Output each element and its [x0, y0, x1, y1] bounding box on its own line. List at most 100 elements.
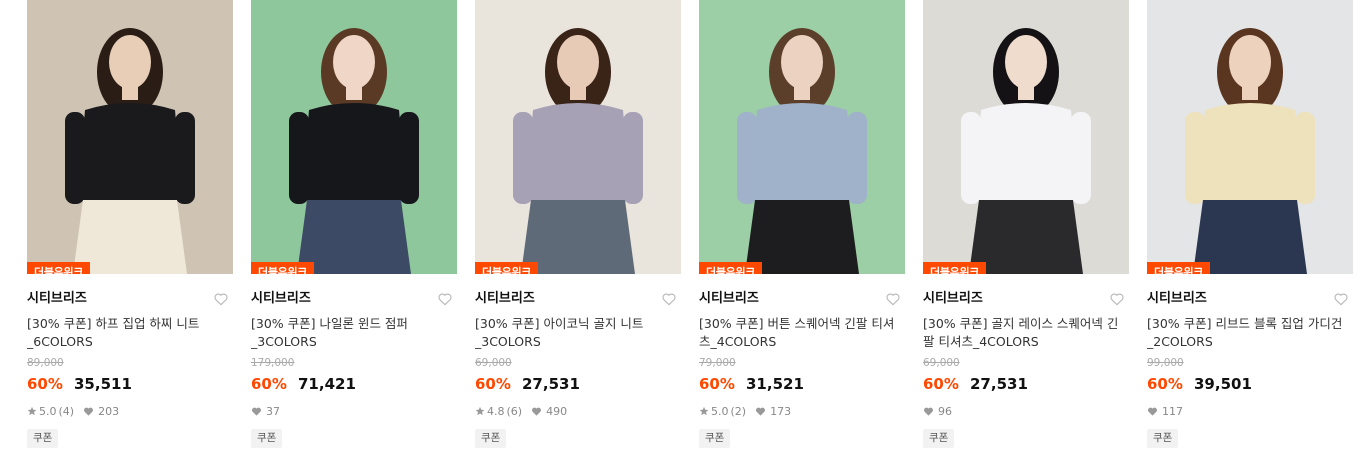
rating: 5.0 (2)	[699, 405, 746, 418]
promo-badge: 더블유위크	[251, 262, 315, 274]
discount-rate: 60%	[251, 375, 287, 393]
sale-price: 27,531	[970, 375, 1028, 393]
promo-badge: 더블유위크	[699, 262, 763, 274]
discount-rate: 60%	[699, 375, 735, 393]
brand-name[interactable]: 시티브리즈	[923, 290, 1129, 308]
product-stats: 96	[923, 403, 1129, 419]
heart-icon[interactable]	[1333, 291, 1349, 307]
heart-icon[interactable]	[213, 291, 229, 307]
star-icon	[699, 406, 709, 416]
like-value: 96	[938, 404, 952, 418]
product-title[interactable]: [30% 쿠폰] 버튼 스퀘어넥 긴팔 티셔츠_4COLORS	[699, 315, 905, 351]
product-grid: 더블유위크 시티브리즈 [30% 쿠폰] 하프 집업 하찌 니트 _6COLOR…	[0, 0, 1365, 464]
product-card[interactable]: 더블유위크 시티브리즈 [30% 쿠폰] 골지 레이스 스퀘어넥 긴팔 티셔츠_…	[923, 0, 1129, 448]
product-image[interactable]: 더블유위크	[475, 0, 681, 274]
heart-filled-icon	[924, 407, 933, 416]
like-count: 490	[531, 405, 567, 418]
promo-badge: 더블유위크	[923, 262, 987, 274]
like-count: 37	[251, 405, 280, 418]
like-count: 117	[1147, 405, 1183, 418]
star-icon	[27, 406, 37, 416]
original-price: 79,000	[699, 357, 736, 369]
product-stats: 4.8 (6) 490	[475, 403, 681, 419]
product-photo	[1147, 0, 1353, 274]
review-count: (6)	[506, 404, 523, 418]
coupon-tag: 쿠폰	[251, 429, 283, 448]
heart-icon[interactable]	[885, 291, 901, 307]
like-value: 117	[1162, 404, 1183, 418]
coupon-tag: 쿠폰	[923, 429, 955, 448]
heart-icon[interactable]	[1109, 291, 1125, 307]
sale-price: 31,521	[746, 375, 804, 393]
product-card[interactable]: 더블유위크 시티브리즈 [30% 쿠폰] 하프 집업 하찌 니트 _6COLOR…	[27, 0, 233, 448]
original-price: 99,000	[1147, 357, 1184, 369]
coupon-tag: 쿠폰	[699, 429, 731, 448]
product-stats: 5.0 (2) 173	[699, 403, 905, 419]
heart-filled-icon	[252, 407, 261, 416]
original-price: 69,000	[923, 357, 960, 369]
like-value: 490	[546, 404, 568, 418]
sale-price: 39,501	[1194, 375, 1252, 393]
coupon-tag: 쿠폰	[27, 429, 59, 448]
like-value: 173	[770, 404, 792, 418]
product-title[interactable]: [30% 쿠폰] 아이코닉 골지 니트 _3COLORS	[475, 315, 681, 351]
heart-filled-icon	[756, 407, 766, 416]
rating: 4.8 (6)	[475, 405, 522, 418]
product-card[interactable]: 더블유위크 시티브리즈 [30% 쿠폰] 리브드 블록 집업 가디건 _2COL…	[1147, 0, 1353, 448]
product-card[interactable]: 더블유위크 시티브리즈 [30% 쿠폰] 버튼 스퀘어넥 긴팔 티셔츠_4COL…	[699, 0, 905, 448]
rating-value: 5.0	[39, 404, 57, 418]
product-photo	[251, 0, 457, 274]
like-count: 173	[755, 405, 791, 418]
product-image[interactable]: 더블유위크	[27, 0, 233, 274]
heart-filled-icon	[532, 407, 542, 416]
product-title[interactable]: [30% 쿠폰] 리브드 블록 집업 가디건 _2COLORS	[1147, 315, 1353, 351]
sale-price: 27,531	[522, 375, 580, 393]
promo-badge: 더블유위크	[475, 262, 539, 274]
rating-value: 5.0	[711, 404, 729, 418]
product-photo	[27, 0, 233, 274]
brand-name[interactable]: 시티브리즈	[27, 290, 233, 308]
brand-name[interactable]: 시티브리즈	[1147, 290, 1353, 308]
product-title[interactable]: [30% 쿠폰] 하프 집업 하찌 니트 _6COLORS	[27, 315, 233, 351]
like-count: 203	[83, 405, 119, 418]
product-image[interactable]: 더블유위크	[1147, 0, 1353, 274]
product-photo	[699, 0, 905, 274]
review-count: (2)	[730, 404, 747, 418]
product-image[interactable]: 더블유위크	[251, 0, 457, 274]
sale-price: 35,511	[74, 375, 132, 393]
product-card[interactable]: 더블유위크 시티브리즈 [30% 쿠폰] 아이코닉 골지 니트 _3COLORS…	[475, 0, 681, 448]
like-value: 203	[98, 404, 120, 418]
product-stats: 117	[1147, 403, 1353, 419]
discount-rate: 60%	[27, 375, 63, 393]
product-card[interactable]: 더블유위크 시티브리즈 [30% 쿠폰] 나일론 윈드 점퍼 _3COLORS …	[251, 0, 457, 448]
like-count: 96	[923, 405, 952, 418]
product-title[interactable]: [30% 쿠폰] 나일론 윈드 점퍼 _3COLORS	[251, 315, 457, 351]
original-price: 179,000	[251, 357, 295, 369]
product-image[interactable]: 더블유위크	[699, 0, 905, 274]
brand-name[interactable]: 시티브리즈	[475, 290, 681, 308]
heart-icon[interactable]	[437, 291, 453, 307]
sale-price: 71,421	[298, 375, 356, 393]
star-icon	[475, 406, 485, 416]
original-price: 89,000	[27, 357, 64, 369]
product-title[interactable]: [30% 쿠폰] 골지 레이스 스퀘어넥 긴팔 티셔츠_4COLORS	[923, 315, 1129, 351]
heart-icon[interactable]	[661, 291, 677, 307]
promo-badge: 더블유위크	[27, 262, 91, 274]
coupon-tag: 쿠폰	[475, 429, 507, 448]
discount-rate: 60%	[1147, 375, 1183, 393]
product-photo	[475, 0, 681, 274]
discount-rate: 60%	[475, 375, 511, 393]
brand-name[interactable]: 시티브리즈	[699, 290, 905, 308]
like-value: 37	[266, 404, 280, 418]
rating: 5.0 (4)	[27, 405, 74, 418]
heart-filled-icon	[84, 407, 94, 416]
promo-badge: 더블유위크	[1147, 262, 1211, 274]
discount-rate: 60%	[923, 375, 959, 393]
rating-value: 4.8	[487, 404, 505, 418]
product-stats: 5.0 (4) 203	[27, 403, 233, 419]
product-image[interactable]: 더블유위크	[923, 0, 1129, 274]
brand-name[interactable]: 시티브리즈	[251, 290, 457, 308]
original-price: 69,000	[475, 357, 512, 369]
product-stats: 37	[251, 403, 457, 419]
heart-filled-icon	[1148, 407, 1157, 416]
